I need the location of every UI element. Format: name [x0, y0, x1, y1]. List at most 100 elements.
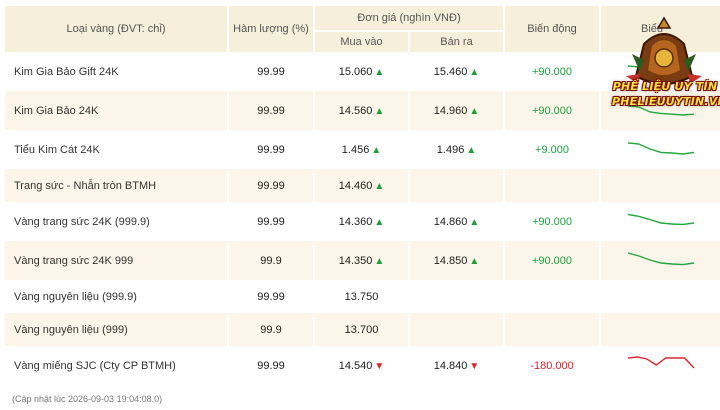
triangle-up-icon: ▲	[374, 180, 385, 192]
triangle-up-icon: ▲	[469, 105, 480, 117]
cell-gold-type: Vàng trang sức 24K (999.9)	[14, 215, 150, 228]
cell-buy-price: 14.460 ▲	[315, 169, 408, 202]
cell-sell-price: 14.960 ▲	[410, 91, 504, 130]
cell-buy-price: 13.750	[315, 280, 408, 313]
cell-buy-price: 13.700	[315, 313, 408, 346]
header-change: Biến động	[505, 6, 600, 52]
cell-sparkline	[601, 313, 720, 346]
buy-price-value: 13.750	[344, 290, 379, 303]
sparkline-chart	[627, 141, 695, 155]
triangle-up-icon: ▲	[374, 105, 385, 117]
cell-gold-type: Vàng nguyên liệu (999.9)	[14, 290, 137, 303]
cell-buy-price: 1.456 ▲	[315, 130, 408, 169]
cell-buy-price: 14.560 ▲	[315, 91, 408, 130]
cell-change: +90.000	[505, 91, 600, 130]
cell-gold-type: Kim Gia Bảo 24K	[5, 91, 227, 130]
cell-gold-type: Vàng trang sức 24K 999	[5, 241, 227, 280]
triangle-up-icon: ▲	[466, 144, 477, 156]
logo-bag-icon	[626, 16, 702, 85]
cell-buy-price: 15.060 ▲	[315, 52, 408, 91]
table-row: Vàng nguyên liệu (999) 99.9 13.700	[5, 313, 720, 346]
cell-purity: 99.99	[229, 91, 313, 130]
cell-buy-price: 14.360 ▲	[315, 202, 408, 241]
buy-price-value: 15.060	[338, 65, 373, 78]
cell-sell-price: 14.860 ▲	[410, 202, 503, 241]
triangle-up-icon: ▲	[469, 255, 480, 267]
sparkline-chart	[627, 213, 695, 225]
triangle-up-icon: ▲	[371, 144, 382, 156]
buy-price-value: 14.560	[338, 104, 373, 117]
cell-sparkline	[601, 130, 720, 169]
cell-purity: 99.99	[257, 290, 285, 303]
cell-sparkline	[601, 169, 720, 202]
gold-price-table: Loại vàng (ĐVT: chỉ) Hàm lượng (%) Đơn g…	[3, 6, 720, 385]
sparkline-series	[627, 213, 695, 225]
sparkline-series	[627, 251, 695, 265]
cell-sell-price	[410, 313, 504, 346]
cell-change: -180.000	[530, 359, 574, 372]
cell-change: +90.000	[531, 65, 573, 78]
cell-change	[505, 313, 600, 346]
sell-price-value: 14.840	[433, 359, 468, 372]
cell-purity: 99.99	[257, 359, 285, 372]
sell-price-value: 14.960	[433, 104, 468, 117]
sell-price-value: 14.850	[433, 254, 468, 267]
cell-purity: 99.99	[257, 65, 285, 78]
gold-price-table-container: Loại vàng (ĐVT: chỉ) Hàm lượng (%) Đơn g…	[3, 6, 720, 385]
cell-sell-price: 14.850 ▲	[410, 241, 504, 280]
cell-sparkline	[601, 202, 720, 241]
table-row: Vàng miếng SJC (Cty CP BTMH) 99.99 14.540 ▼…	[5, 346, 720, 385]
last-updated-note: (Cập nhật lúc 2026-09-03 19:04:08.0)	[12, 394, 163, 404]
header-buy: Mua vào	[315, 30, 408, 52]
buy-price-value: 1.456	[341, 143, 370, 156]
triangle-down-icon: ▼	[374, 360, 385, 372]
sell-price-value: 14.860	[433, 215, 468, 228]
watermark-line-2: PHELIEUUYTIN.VN	[612, 95, 720, 108]
buy-price-value: 14.460	[338, 179, 373, 192]
sparkline-series	[627, 355, 695, 368]
cell-purity: 99.99	[229, 169, 313, 202]
triangle-up-icon: ▲	[469, 216, 480, 228]
cell-change: +9.000	[535, 143, 569, 156]
cell-sell-price: 1.496 ▲	[410, 130, 503, 169]
table-row: Vàng nguyên liệu (999.9) 99.99 13.750	[5, 280, 720, 313]
sell-price-value: 15.460	[433, 65, 468, 78]
cell-change: +90.000	[505, 241, 600, 280]
cell-gold-type: Trang sức - Nhẫn tròn BTMH	[5, 169, 227, 202]
sparkline-chart	[627, 355, 695, 368]
table-row: Trang sức - Nhẫn tròn BTMH 99.99 14.460 ▲	[5, 169, 720, 202]
cell-sparkline	[601, 346, 720, 385]
cell-change	[505, 280, 599, 313]
cell-gold-type: Tiểu Kim Cát 24K	[14, 143, 100, 156]
table-row: Tiểu Kim Cát 24K 99.99 1.456 ▲ 1.496 ▲ +9.000	[5, 130, 720, 169]
header-unit-price: Đơn giá (nghìn VNĐ)	[315, 6, 504, 30]
cell-change: +90.000	[531, 215, 573, 228]
triangle-up-icon: ▲	[374, 216, 385, 228]
table-row: Vàng trang sức 24K (999.9) 99.99 14.360 ▲ 14…	[5, 202, 720, 241]
cell-buy-price: 14.540 ▼	[315, 346, 408, 385]
cell-purity: 99.9	[229, 241, 313, 280]
sparkline-chart	[627, 251, 695, 265]
cell-gold-type: Vàng nguyên liệu (999)	[5, 313, 227, 346]
cell-sell-price: 15.460 ▲	[410, 52, 503, 91]
buy-price-value: 13.700	[344, 323, 379, 336]
cell-purity: 99.9	[229, 313, 313, 346]
cell-sparkline	[601, 241, 720, 280]
cell-gold-type: Kim Gia Bảo Gift 24K	[14, 65, 119, 78]
cell-change	[505, 169, 600, 202]
watermark-line-1: PHẾ LIỆU UY TÍN	[612, 80, 718, 93]
header-gold-type: Loại vàng (ĐVT: chỉ)	[5, 6, 227, 52]
triangle-up-icon: ▲	[374, 255, 385, 267]
cell-purity: 99.99	[257, 143, 285, 156]
cell-gold-type: Vàng miếng SJC (Cty CP BTMH)	[14, 359, 176, 372]
buy-price-value: 14.350	[338, 254, 373, 267]
cell-sell-price: 14.840 ▼	[410, 346, 503, 385]
cell-purity: 99.99	[257, 215, 285, 228]
triangle-down-icon: ▼	[469, 360, 480, 372]
sparkline-series	[627, 141, 695, 155]
triangle-up-icon: ▲	[374, 66, 385, 78]
table-row: Vàng trang sức 24K 999 99.9 14.350 ▲ 14.850 ▲…	[5, 241, 720, 280]
cell-sparkline	[601, 280, 720, 313]
triangle-up-icon: ▲	[469, 66, 480, 78]
buy-price-value: 14.360	[338, 215, 373, 228]
